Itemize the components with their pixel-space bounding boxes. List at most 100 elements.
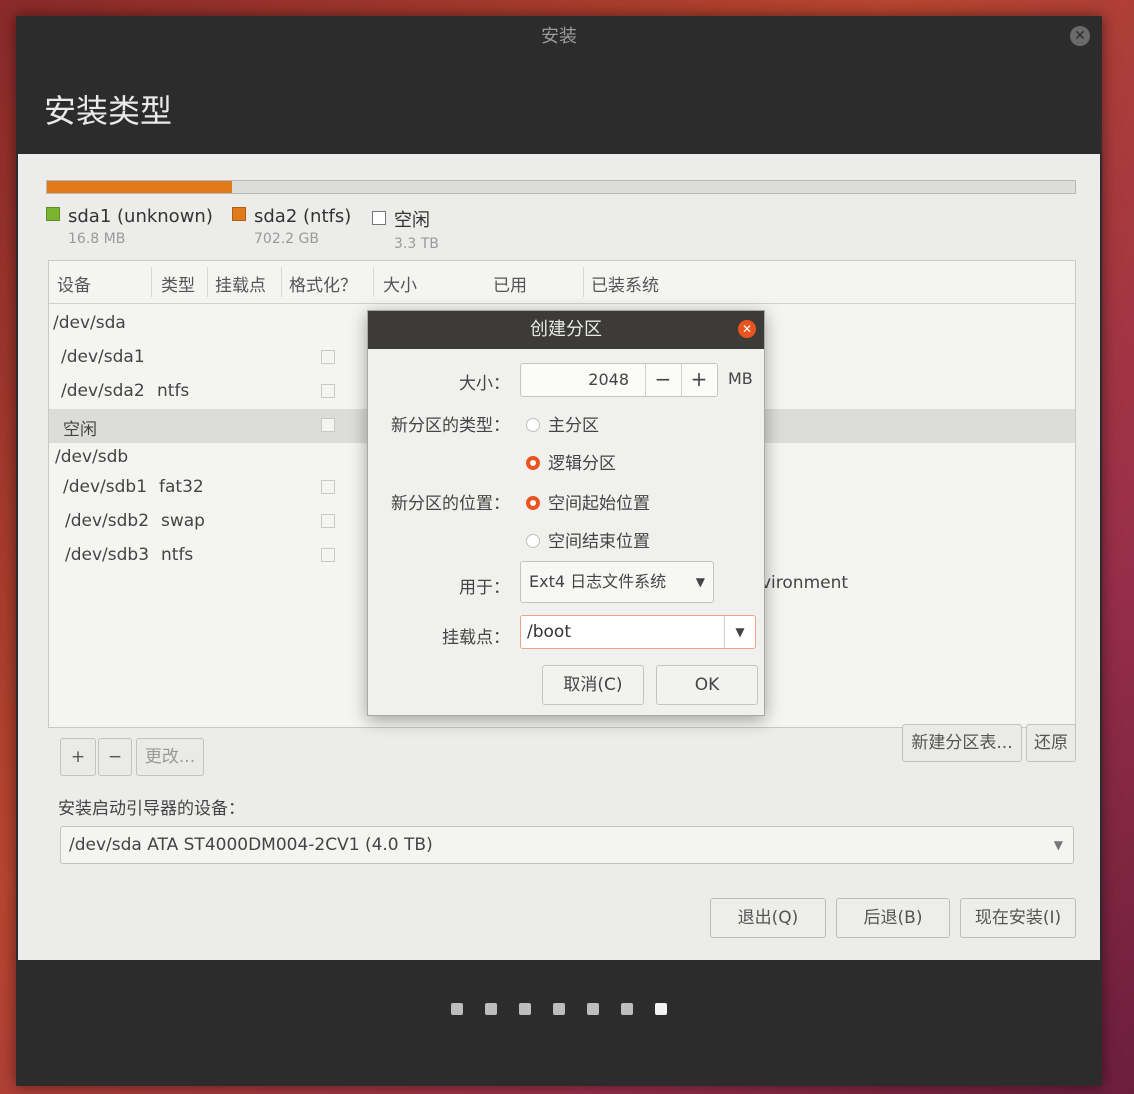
- legend-size-sda1: 16.8 MB: [68, 231, 126, 247]
- size-decrease-button[interactable]: −: [645, 364, 680, 396]
- step-dot: [587, 1003, 599, 1015]
- col-format[interactable]: 格式化？: [289, 271, 357, 296]
- window-close-icon[interactable]: ✕: [1070, 26, 1090, 46]
- location-end-label: 空间结束位置: [548, 532, 650, 552]
- row-device: /dev/sdb: [55, 447, 129, 467]
- size-unit: MB: [728, 369, 753, 388]
- radio-selected-icon: [526, 456, 540, 470]
- chevron-down-icon[interactable]: ▼: [724, 616, 755, 648]
- legend-swatch-sda1: [46, 207, 60, 221]
- column-divider: [583, 267, 584, 297]
- step-dot: [519, 1003, 531, 1015]
- legend-size-free: 3.3 TB: [394, 236, 439, 252]
- legend-sda2: sda2 (ntfs) 702.2 GB: [232, 206, 351, 247]
- location-start-radio[interactable]: 空间起始位置: [526, 489, 650, 514]
- type-logical-label: 逻辑分区: [548, 454, 616, 474]
- location-label: 新分区的位置：: [391, 494, 510, 514]
- row-device: /dev/sdb1: [63, 477, 148, 497]
- location-start-label: 空间起始位置: [548, 494, 650, 514]
- format-checkbox[interactable]: [321, 418, 335, 432]
- revert-button[interactable]: 还原: [1026, 724, 1076, 762]
- legend-swatch-sda2: [232, 207, 246, 221]
- step-dot: [621, 1003, 633, 1015]
- column-divider: [151, 267, 152, 297]
- step-dot: [553, 1003, 565, 1015]
- step-dot: [451, 1003, 463, 1015]
- col-size[interactable]: 大小: [383, 271, 417, 296]
- row-device: /dev/sdb3: [65, 545, 150, 565]
- cancel-button[interactable]: 取消(C): [542, 665, 644, 705]
- use-as-label: 用于：: [459, 578, 510, 598]
- type-label: 新分区的类型：: [391, 416, 510, 436]
- location-end-radio[interactable]: 空间结束位置: [526, 527, 650, 552]
- format-checkbox[interactable]: [321, 514, 335, 528]
- bootloader-device-select[interactable]: /dev/sda ATA ST4000DM004-2CV1 (4.0 TB) ▼: [60, 826, 1074, 864]
- size-increase-button[interactable]: +: [681, 364, 716, 396]
- type-primary-label: 主分区: [548, 416, 599, 436]
- col-mount[interactable]: 挂载点: [215, 271, 266, 296]
- remove-partition-button[interactable]: −: [98, 738, 132, 776]
- column-divider: [373, 267, 374, 297]
- type-primary-radio[interactable]: 主分区: [526, 411, 599, 436]
- step-dot: [485, 1003, 497, 1015]
- back-button[interactable]: 后退(B): [836, 898, 950, 938]
- mount-point-value[interactable]: /boot: [527, 616, 571, 648]
- page-title: 安装类型: [44, 92, 173, 130]
- mount-point-label: 挂载点：: [442, 628, 510, 648]
- dialog-close-icon[interactable]: ✕: [738, 320, 756, 338]
- legend-label-sda1: sda1 (unknown): [68, 206, 213, 227]
- bootloader-device-value: /dev/sda ATA ST4000DM004-2CV1 (4.0 TB): [69, 835, 433, 855]
- size-label: 大小：: [459, 374, 510, 394]
- dialog-title: 创建分区: [368, 311, 764, 349]
- legend-size-sda2: 702.2 GB: [254, 231, 319, 247]
- format-checkbox[interactable]: [321, 548, 335, 562]
- column-divider: [207, 267, 208, 297]
- chevron-down-icon: ▼: [1053, 838, 1063, 852]
- row-type: ntfs: [157, 381, 190, 401]
- add-partition-button[interactable]: +: [60, 738, 96, 776]
- col-device[interactable]: 设备: [57, 271, 91, 296]
- row-device: /dev/sdb2: [65, 511, 150, 531]
- col-type[interactable]: 类型: [161, 271, 195, 296]
- radio-selected-icon: [526, 496, 540, 510]
- create-partition-dialog: 创建分区 ✕ 大小： 2048 − + MB 新分区的类型： 主分区 逻辑分区 …: [367, 310, 765, 716]
- step-indicator: [16, 1000, 1102, 1019]
- table-header: 设备 类型 挂载点 格式化？ 大小 已用 已装系统: [49, 261, 1075, 304]
- row-device: /dev/sda2: [61, 381, 145, 401]
- row-device: 空闲: [63, 420, 97, 440]
- format-checkbox[interactable]: [321, 480, 335, 494]
- row-device: /dev/sda: [53, 313, 126, 333]
- size-spinner[interactable]: 2048 − +: [520, 363, 718, 397]
- ok-button[interactable]: OK: [656, 665, 758, 705]
- legend-swatch-free: [372, 211, 386, 225]
- column-divider: [281, 267, 282, 297]
- new-partition-table-button[interactable]: 新建分区表...: [902, 724, 1022, 762]
- bootloader-label: 安装启动引导器的设备：: [58, 799, 245, 819]
- window-title: 安装: [541, 26, 577, 47]
- legend-label-free: 空闲: [394, 210, 430, 231]
- size-value[interactable]: 2048: [521, 370, 629, 389]
- col-used[interactable]: 已用: [493, 271, 527, 296]
- col-system[interactable]: 已装系统: [591, 271, 659, 296]
- row-type: fat32: [159, 477, 204, 497]
- format-checkbox[interactable]: [321, 350, 335, 364]
- filesystem-select[interactable]: Ext4 日志文件系统 ▼: [520, 561, 714, 603]
- row-device: /dev/sda1: [61, 347, 145, 367]
- type-logical-radio[interactable]: 逻辑分区: [526, 449, 616, 474]
- partition-bar-fill: [47, 181, 233, 193]
- quit-button[interactable]: 退出(Q): [710, 898, 826, 938]
- step-dot-current: [655, 1003, 667, 1015]
- install-now-button[interactable]: 现在安装(I): [960, 898, 1076, 938]
- change-partition-button[interactable]: 更改...: [136, 738, 204, 776]
- legend-free: 空闲 3.3 TB: [372, 206, 439, 252]
- partial-system-text: vironment: [761, 573, 849, 593]
- legend-sda1: sda1 (unknown) 16.8 MB: [46, 206, 213, 247]
- radio-button-icon: [526, 534, 540, 548]
- chevron-down-icon: ▼: [695, 575, 705, 589]
- radio-button-icon: [526, 418, 540, 432]
- mount-point-input[interactable]: /boot ▼: [520, 615, 756, 649]
- legend-label-sda2: sda2 (ntfs): [254, 206, 352, 227]
- format-checkbox[interactable]: [321, 384, 335, 398]
- partition-bar: [46, 180, 1076, 194]
- filesystem-value: Ext4 日志文件系统: [529, 572, 667, 591]
